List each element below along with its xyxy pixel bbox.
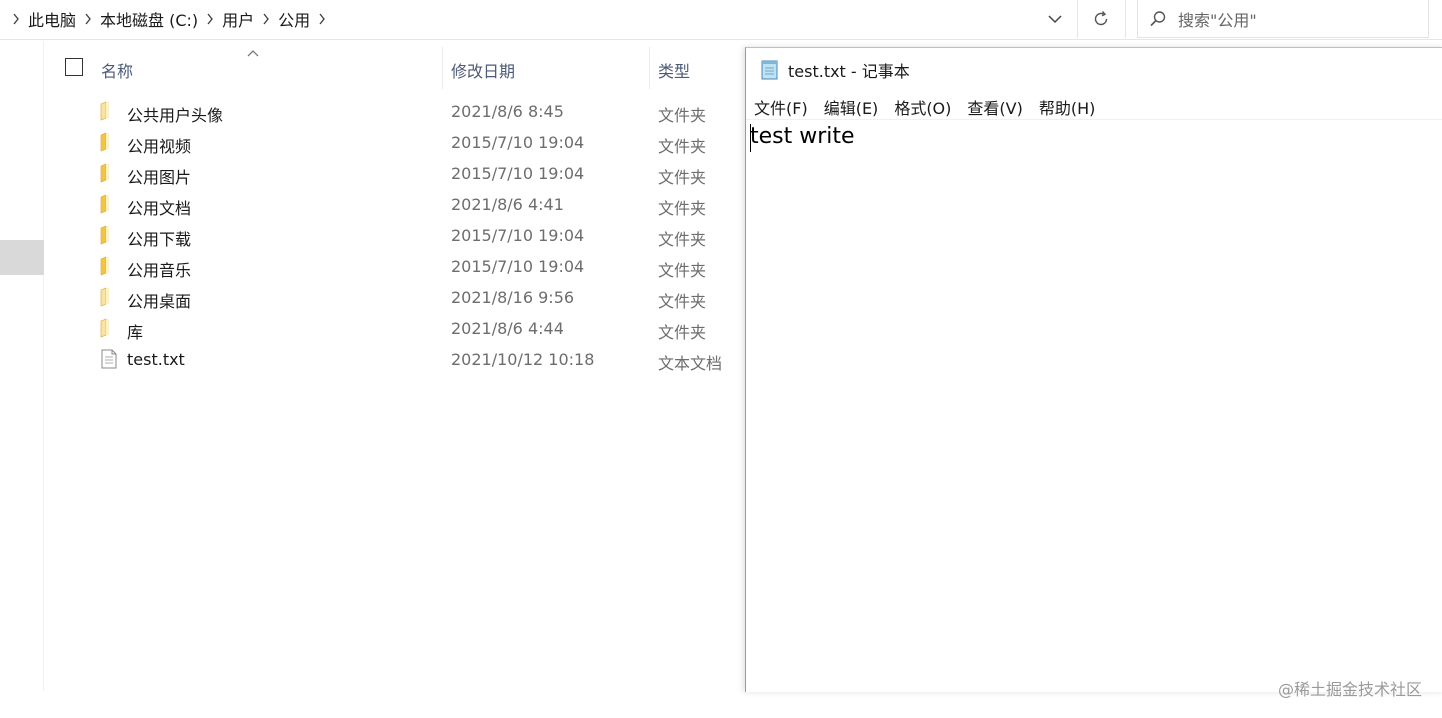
- file-name[interactable]: 公用桌面: [127, 288, 191, 312]
- column-header-name[interactable]: 名称: [101, 58, 133, 82]
- folder-icon: [100, 132, 118, 152]
- notepad-menubar: 文件(F) 编辑(E) 格式(O) 查看(V) 帮助(H): [746, 94, 1442, 120]
- folder-icon: [100, 256, 118, 276]
- file-name[interactable]: 公用下载: [127, 226, 191, 250]
- folder-icon: [100, 318, 118, 338]
- divider: [1077, 0, 1078, 38]
- file-type: 文件夹: [658, 323, 707, 342]
- notepad-titlebar[interactable]: test.txt - 记事本: [746, 48, 1442, 92]
- chevron-right-icon[interactable]: [6, 13, 26, 25]
- address-history-dropdown[interactable]: [1042, 8, 1068, 30]
- menu-view[interactable]: 查看(V): [959, 95, 1030, 119]
- file-type: 文件夹: [658, 137, 707, 156]
- file-type: 文件夹: [658, 292, 707, 311]
- chevron-right-icon[interactable]: [200, 13, 220, 25]
- column-divider[interactable]: [649, 47, 650, 89]
- file-type: 文件夹: [658, 199, 707, 218]
- notepad-icon: [760, 59, 780, 81]
- column-header: 名称 修改日期 类型: [48, 47, 748, 91]
- chevron-right-icon[interactable]: [78, 13, 98, 25]
- file-row[interactable]: 公用视频 2015/7/10 19:04 文件夹: [48, 128, 748, 159]
- menu-edit[interactable]: 编辑(E): [816, 95, 887, 119]
- file-name[interactable]: 公用文档: [127, 195, 191, 219]
- search-placeholder: 搜索"公用": [1178, 10, 1257, 30]
- address-bar: 此电脑 本地磁盘 (C:) 用户 公用 搜索"公用": [0, 0, 1442, 40]
- file-row[interactable]: test.txt 2021/10/12 10:18 文本文档: [48, 345, 748, 376]
- folder-icon: [100, 287, 118, 307]
- file-row[interactable]: 公用音乐 2015/7/10 19:04 文件夹: [48, 252, 748, 283]
- file-type: 文件夹: [658, 168, 707, 187]
- file-type: 文本文档: [658, 354, 723, 373]
- file-name[interactable]: 公用图片: [127, 164, 191, 188]
- file-name[interactable]: test.txt: [127, 350, 185, 369]
- file-date: 2021/10/12 10:18: [451, 350, 595, 369]
- column-header-type[interactable]: 类型: [658, 58, 690, 82]
- text-caret: [750, 124, 751, 152]
- watermark: @稀土掘金技术社区: [1277, 680, 1422, 699]
- file-name[interactable]: 公用音乐: [127, 257, 191, 281]
- text-file-icon: [100, 349, 118, 369]
- column-header-date[interactable]: 修改日期: [451, 58, 515, 82]
- file-date: 2021/8/6 4:44: [451, 319, 564, 338]
- file-date: 2021/8/6 8:45: [451, 102, 564, 121]
- file-date: 2021/8/16 9:56: [451, 288, 575, 307]
- folder-icon: [100, 101, 118, 121]
- file-row[interactable]: 公共用户头像 2021/8/6 8:45 文件夹: [48, 97, 748, 128]
- notepad-title: test.txt - 记事本: [788, 62, 910, 81]
- file-row[interactable]: 库 2021/8/6 4:44 文件夹: [48, 314, 748, 345]
- folder-icon: [100, 163, 118, 183]
- folder-icon: [100, 194, 118, 214]
- breadcrumb-local-disk[interactable]: 本地磁盘 (C:): [98, 7, 200, 31]
- file-type: 文件夹: [658, 261, 707, 280]
- file-date: 2021/8/6 4:41: [451, 195, 564, 214]
- select-all-checkbox[interactable]: [65, 58, 83, 76]
- search-icon: [1138, 10, 1178, 28]
- notepad-content[interactable]: test write: [750, 124, 855, 149]
- breadcrumb-this-pc[interactable]: 此电脑: [26, 7, 78, 31]
- column-divider[interactable]: [442, 47, 443, 89]
- file-name[interactable]: 库: [127, 319, 143, 343]
- search-box[interactable]: 搜索"公用": [1137, 0, 1429, 38]
- refresh-button[interactable]: [1086, 6, 1116, 32]
- sort-ascending-icon: [246, 43, 260, 62]
- divider: [1125, 0, 1126, 38]
- file-type: 文件夹: [658, 106, 707, 125]
- menu-help[interactable]: 帮助(H): [1031, 95, 1104, 119]
- menu-format[interactable]: 格式(O): [886, 95, 959, 119]
- file-date: 2015/7/10 19:04: [451, 133, 585, 152]
- breadcrumb: 此电脑 本地磁盘 (C:) 用户 公用: [6, 0, 332, 38]
- file-name[interactable]: 公用视频: [127, 133, 191, 157]
- folder-icon: [100, 225, 118, 245]
- breadcrumb-users[interactable]: 用户: [220, 7, 256, 31]
- file-row[interactable]: 公用图片 2015/7/10 19:04 文件夹: [48, 159, 748, 190]
- navigation-pane[interactable]: [0, 41, 44, 691]
- chevron-down-icon: [1048, 14, 1062, 23]
- file-name[interactable]: 公共用户头像: [127, 102, 223, 126]
- chevron-right-icon[interactable]: [256, 13, 276, 25]
- file-type: 文件夹: [658, 230, 707, 249]
- notepad-window[interactable]: test.txt - 记事本 文件(F) 编辑(E) 格式(O) 查看(V) 帮…: [745, 47, 1442, 692]
- nav-selected-item[interactable]: [0, 240, 44, 275]
- file-date: 2015/7/10 19:04: [451, 257, 585, 276]
- chevron-right-icon[interactable]: [312, 13, 332, 25]
- notepad-text-area[interactable]: test write: [746, 122, 1442, 692]
- file-date: 2015/7/10 19:04: [451, 164, 585, 183]
- file-row[interactable]: 公用下载 2015/7/10 19:04 文件夹: [48, 221, 748, 252]
- file-date: 2015/7/10 19:04: [451, 226, 585, 245]
- file-list: 公共用户头像 2021/8/6 8:45 文件夹 公用视频 2015/7/10 19:0…: [48, 97, 748, 376]
- menu-file[interactable]: 文件(F): [746, 95, 816, 119]
- breadcrumb-public[interactable]: 公用: [276, 7, 312, 31]
- refresh-icon: [1094, 11, 1108, 26]
- file-row[interactable]: 公用文档 2021/8/6 4:41 文件夹: [48, 190, 748, 221]
- file-row[interactable]: 公用桌面 2021/8/16 9:56 文件夹: [48, 283, 748, 314]
